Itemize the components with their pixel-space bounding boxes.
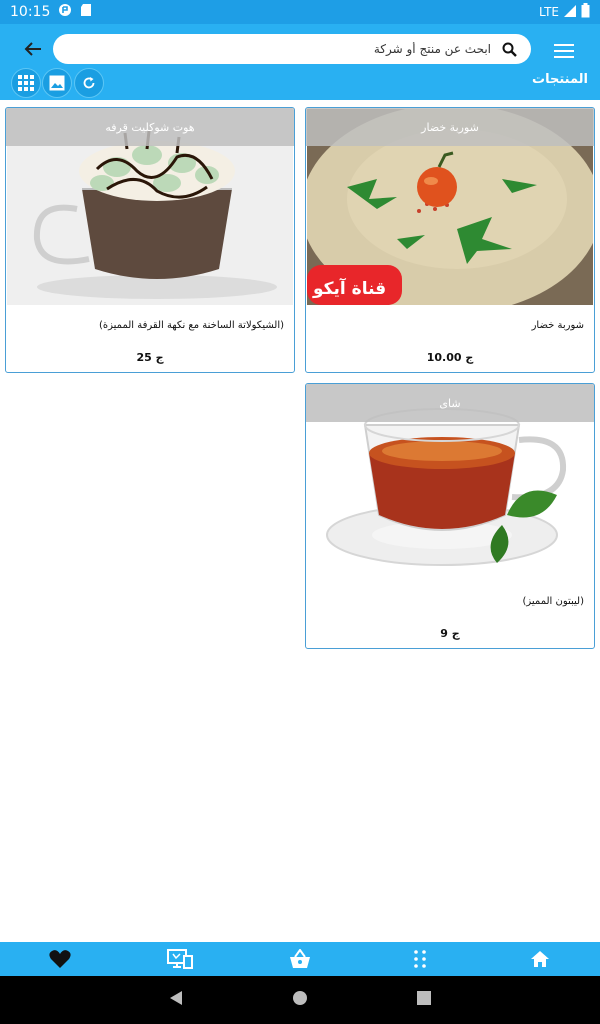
sd-card-icon [80,3,92,21]
system-home-button[interactable] [292,990,308,1010]
apps-grid-icon [414,950,426,968]
nav-home[interactable] [480,942,600,976]
basket-icon [290,949,310,968]
product-card-tea[interactable]: شاى (ليبتون المميز) 9 ج [305,383,595,649]
search-box[interactable] [53,34,531,64]
signal-icon [563,4,577,21]
nav-devices[interactable] [120,942,240,976]
heart-icon [49,950,71,968]
square-recents-icon [417,991,431,1005]
bottom-nav [0,942,600,976]
product-card-soup[interactable]: قناة آيكو شوربة خضار شوربة خضار 10.00 ج [305,107,595,373]
product-name: شوربة خضار [306,108,594,146]
product-name: شاى [306,384,594,422]
refresh-button[interactable] [74,68,104,98]
grid-view-icon [18,75,34,91]
image-view-button[interactable] [42,68,72,98]
status-bar: 10:15 LTE [0,0,600,24]
soup-image-watermark: قناة آيكو [313,279,387,299]
network-label: LTE [539,5,559,19]
system-back-button[interactable] [168,990,184,1010]
nav-cart[interactable] [240,942,360,976]
battery-icon [581,3,590,21]
menu-button[interactable] [552,40,576,62]
page-title: المنتجات [532,72,588,87]
product-price: 25 ج [136,351,164,364]
back-button[interactable] [22,38,44,60]
triangle-back-icon [170,991,182,1005]
product-price: 10.00 ج [426,351,474,364]
nav-apps[interactable] [360,942,480,976]
status-time: 10:15 [10,4,51,20]
product-name: هوت شوكليت قرفه [6,108,294,146]
nav-favorites[interactable] [0,942,120,976]
product-description: (الشيكولاتة الساخنة مع نكهة القرفة الممي… [98,320,284,331]
search-input[interactable] [371,42,491,56]
refresh-icon [83,77,95,89]
product-price: 9 ج [440,627,460,640]
tv-icon [167,949,193,969]
home-icon [531,951,549,967]
system-nav-bar [0,976,600,1024]
app-header: المنتجات [0,24,600,100]
notification-icon [58,3,72,21]
product-description: (ليبتون المميز) [522,596,584,607]
product-description: شوربة خضار [531,320,584,331]
arrow-back-icon [24,42,41,56]
circle-home-icon [293,991,307,1005]
hamburger-menu-icon [554,44,574,58]
product-card-hot-chocolate[interactable]: هوت شوكليت قرفه (الشيكولاتة الساخنة مع ن… [5,107,295,373]
image-icon [49,75,65,91]
system-recents-button[interactable] [416,990,432,1010]
grid-view-button[interactable] [11,68,41,98]
search-icon[interactable] [501,41,517,57]
